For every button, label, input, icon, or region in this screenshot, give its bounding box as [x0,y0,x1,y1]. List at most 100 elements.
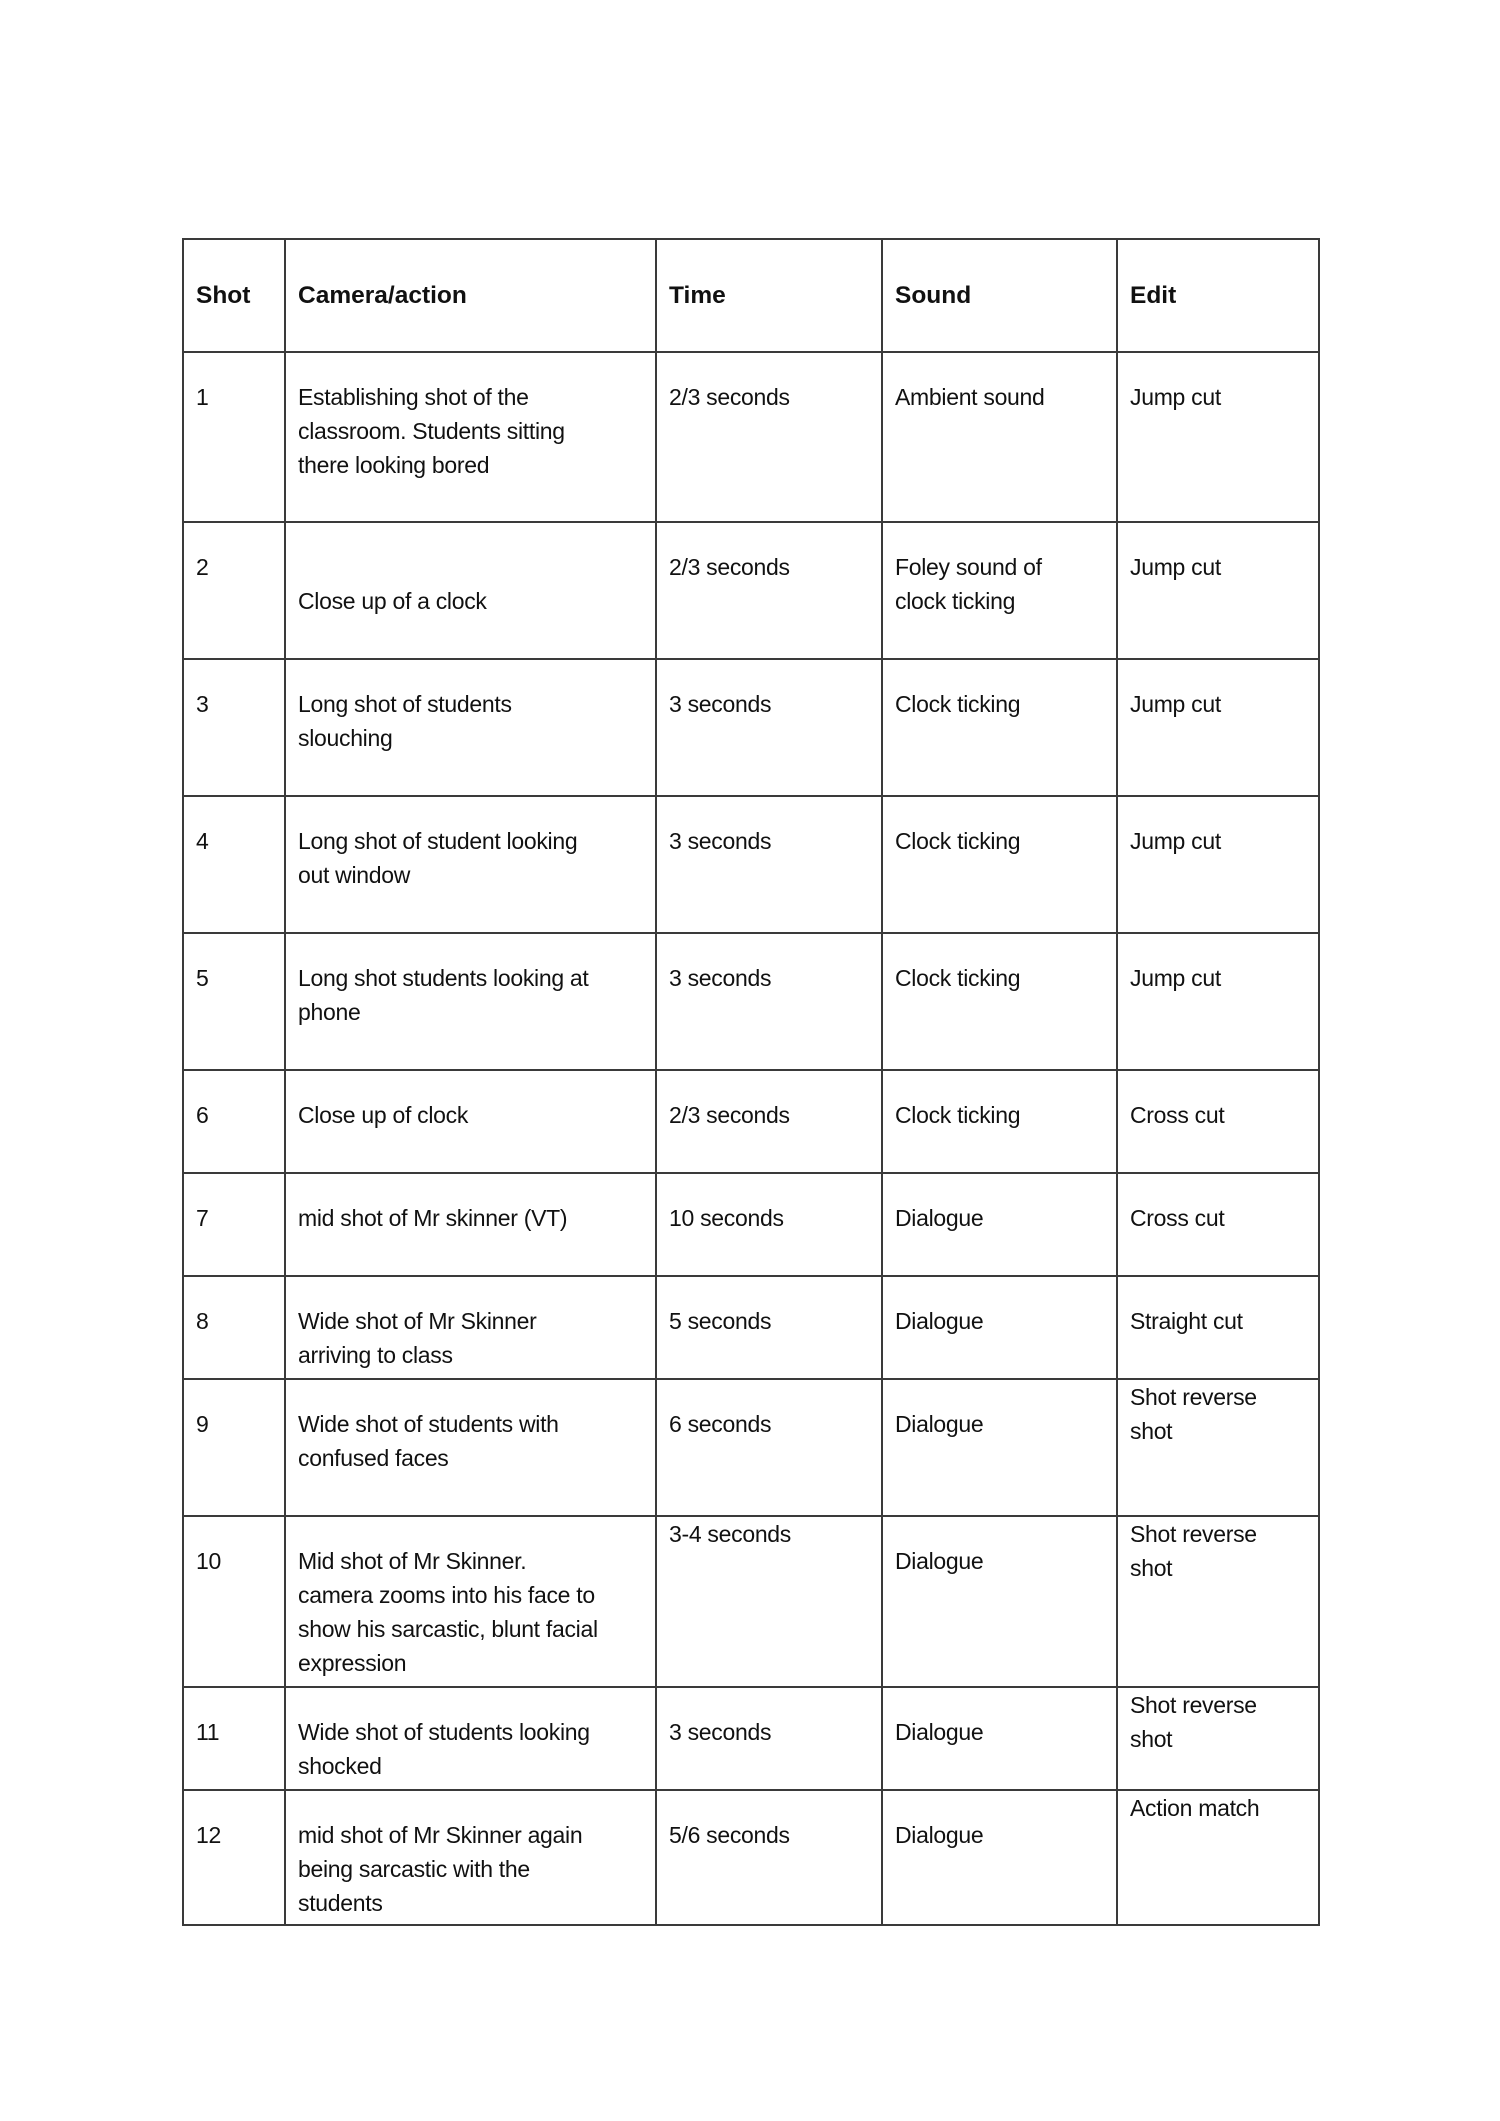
cell-sound: Clock ticking [881,1069,1118,1174]
cell-time-content: 10 seconds [669,1175,873,1235]
cell-sound-content: Clock ticking [895,798,1108,858]
cell-edit: Shot reverse shot [1116,1686,1320,1791]
cell-edit: Jump cut [1116,521,1320,660]
cell-camera-action-line: confused faces [298,1445,449,1471]
cell-shot-number-line: 5 [196,965,209,991]
cell-sound: Dialogue [881,1515,1118,1688]
cell-shot-number-content: 12 [196,1792,276,1852]
cell-time-line: 5/6 seconds [669,1822,790,1848]
cell-shot-number-line: 8 [196,1308,209,1334]
cell-camera-action: Mid shot of Mr Skinner. camera zooms into… [284,1515,657,1688]
cell-time-content: 5/6 seconds [669,1792,873,1852]
cell-time-line: 3 seconds [669,691,772,717]
cell-camera-action: Wide shot of students with confused faces [284,1378,657,1517]
cell-camera-action: Long shot of students slouching [284,658,657,797]
cell-camera-action-line: Establishing shot of the [298,384,529,410]
cell-camera-action: Wide shot of Mr Skinner arriving to class [284,1275,657,1380]
cell-camera-action-content: Wide shot of students looking shocked [298,1689,647,1783]
cell-shot-number: 10 [182,1515,286,1688]
cell-edit-line: shot [1130,1726,1173,1752]
cell-sound: Dialogue [881,1275,1118,1380]
cell-camera-action-line: there looking bored [298,452,490,478]
shot-list-table: Shot Camera/action Time Sound Edit 1 Esta… [182,238,1320,1926]
cell-shot-number: 6 [182,1069,286,1174]
cell-time-line: 2/3 seconds [669,1102,790,1128]
cell-time-content: 2/3 seconds [669,354,873,414]
cell-time-line: 3 seconds [669,965,772,991]
cell-shot-number-line: 7 [196,1205,209,1231]
cell-time-content: 5 seconds [669,1278,873,1338]
cell-edit-line: Jump cut [1130,828,1221,854]
cell-time: 2/3 seconds [655,1069,883,1174]
cell-camera-action-line: classroom. Students sitting [298,418,565,444]
cell-sound-content: Dialogue [895,1175,1108,1235]
cell-edit-line: Straight cut [1130,1308,1243,1334]
cell-edit-line: Jump cut [1130,384,1221,410]
cell-camera-action-line: show his sarcastic, blunt facial [298,1616,598,1642]
cell-time: 5/6 seconds [655,1789,883,1926]
cell-edit-content: Action match [1130,1792,1310,1825]
cell-sound-content: Foley sound of clock ticking [895,524,1108,618]
cell-time: 3-4 seconds [655,1515,883,1688]
cell-camera-action-line: being sarcastic with the [298,1856,530,1882]
cell-camera-action-content: Close up of clock [298,1072,647,1132]
table-body: 1 Establishing shot of the classroom. Stud… [182,351,1320,1926]
cell-camera-action: mid shot of Mr Skinner again being sarcas… [284,1789,657,1926]
cell-time: 6 seconds [655,1378,883,1517]
cell-camera-action: Close up of a clock [284,521,657,660]
cell-sound-content: Dialogue [895,1518,1108,1578]
cell-shot-number: 9 [182,1378,286,1517]
cell-time: 2/3 seconds [655,521,883,660]
cell-time-content: 3 seconds [669,935,873,995]
table-row: 6 Close up of clock 2/3 seconds Clock ticki… [182,1069,1320,1174]
header-sound: Sound [881,238,1118,353]
cell-time-content: 6 seconds [669,1381,873,1441]
cell-edit-line: Cross cut [1130,1102,1225,1128]
cell-camera-action-content: Establishing shot of the classroom. Stude… [298,354,647,482]
cell-shot-number-line: 2 [196,554,209,580]
cell-time-line: 3 seconds [669,1719,772,1745]
cell-time-line: 2/3 seconds [669,554,790,580]
cell-camera-action-line: Wide shot of students looking [298,1719,590,1745]
cell-sound: Foley sound of clock ticking [881,521,1118,660]
cell-shot-number: 5 [182,932,286,1071]
cell-time-content: 2/3 seconds [669,524,873,584]
cell-shot-number-content: 11 [196,1689,276,1749]
cell-shot-number-content: 4 [196,798,276,858]
cell-time: 3 seconds [655,932,883,1071]
cell-time: 3 seconds [655,658,883,797]
cell-edit-content: Cross cut [1130,1175,1310,1235]
cell-camera-action-content: mid shot of Mr Skinner again being sarcas… [298,1792,647,1920]
cell-edit: Jump cut [1116,351,1320,523]
table-row: 5 Long shot students looking at phone 3 sec… [182,932,1320,1071]
cell-camera-action-line: Wide shot of Mr Skinner [298,1308,537,1334]
cell-shot-number: 12 [182,1789,286,1926]
cell-shot-number: 7 [182,1172,286,1277]
cell-shot-number: 11 [182,1686,286,1791]
cell-edit: Straight cut [1116,1275,1320,1380]
table-row: 4 Long shot of student looking out window 3… [182,795,1320,934]
cell-edit-line: Jump cut [1130,691,1221,717]
cell-shot-number: 4 [182,795,286,934]
cell-shot-number-line: 1 [196,384,209,410]
cell-shot-number-line: 11 [196,1719,220,1745]
cell-time-content: 3 seconds [669,1689,873,1749]
cell-edit: Jump cut [1116,658,1320,797]
cell-camera-action-content: Close up of a clock [298,524,647,618]
table-row: 7 mid shot of Mr skinner (VT) 10 seconds Di… [182,1172,1320,1277]
table-row: 12 mid shot of Mr Skinner again being sarc… [182,1789,1320,1926]
cell-camera-action: Close up of clock [284,1069,657,1174]
cell-camera-action-line: out window [298,862,411,888]
cell-time-content: 3-4 seconds [669,1518,873,1551]
cell-sound-line: Dialogue [895,1308,984,1334]
table-row: 9 Wide shot of students with confused face… [182,1378,1320,1517]
cell-shot-number-line: 4 [196,828,209,854]
cell-sound-content: Dialogue [895,1792,1108,1852]
cell-edit-content: Jump cut [1130,661,1310,721]
cell-shot-number-content: 2 [196,524,276,584]
cell-shot-number: 8 [182,1275,286,1380]
cell-sound-line: Dialogue [895,1822,984,1848]
cell-camera-action-content: Long shot students looking at phone [298,935,647,1029]
table-row: 10 Mid shot of Mr Skinner. camera zooms in… [182,1515,1320,1688]
cell-edit-content: Jump cut [1130,524,1310,584]
